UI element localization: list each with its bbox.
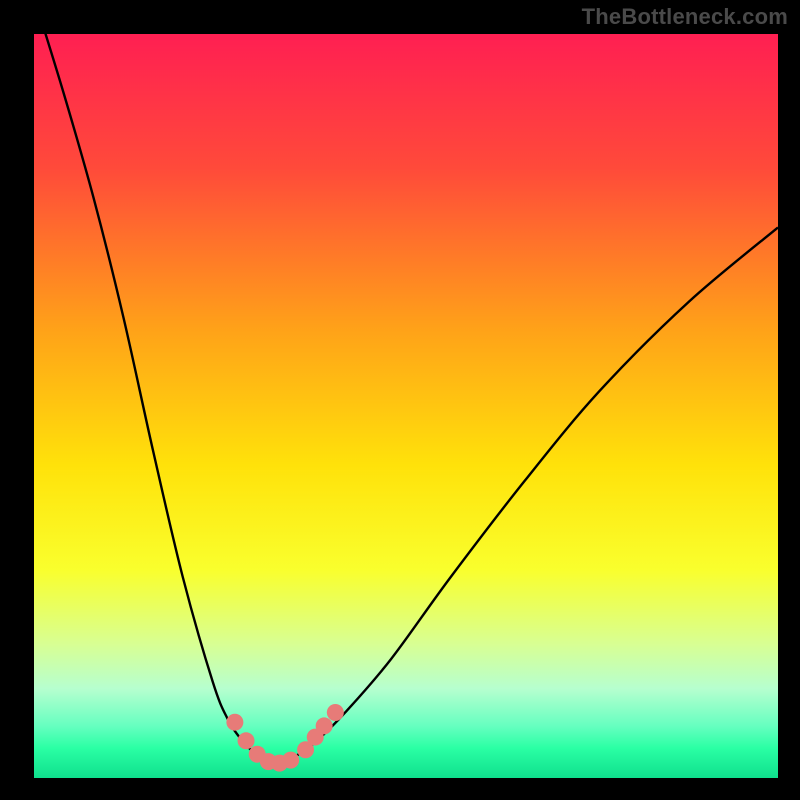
gradient-background	[34, 34, 778, 778]
watermark-text: TheBottleneck.com	[582, 4, 788, 30]
curve-marker	[238, 732, 255, 749]
curve-marker	[226, 714, 243, 731]
curve-marker	[316, 717, 333, 734]
plot-area	[34, 34, 778, 778]
chart-frame: TheBottleneck.com	[0, 0, 800, 800]
curve-marker	[282, 752, 299, 769]
bottleneck-curve-chart	[34, 34, 778, 778]
curve-marker	[327, 704, 344, 721]
